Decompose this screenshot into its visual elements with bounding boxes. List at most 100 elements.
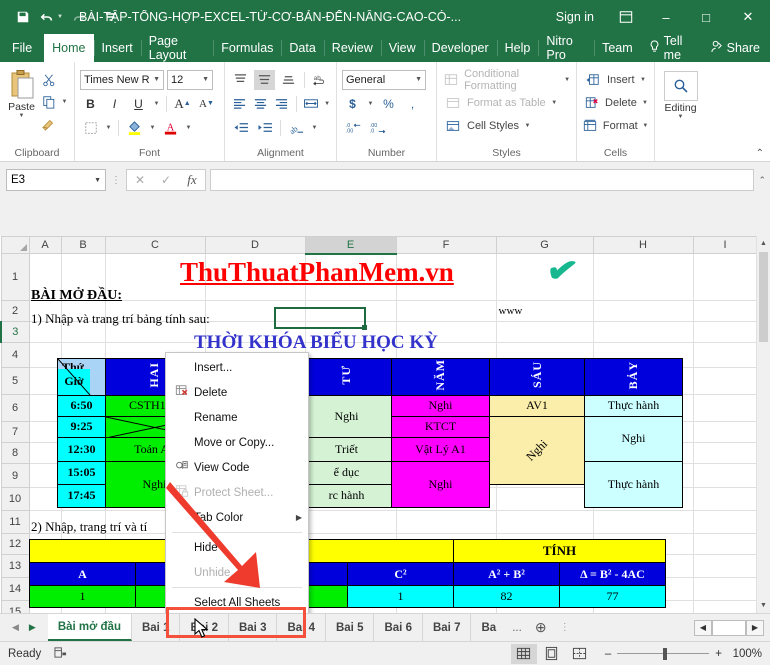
value-a2b2[interactable]: 82 [454, 586, 560, 608]
tu-650[interactable]: Nghi [302, 395, 392, 437]
column-header-e[interactable]: E [305, 237, 396, 254]
cell-i9[interactable] [693, 464, 757, 488]
row-header-1[interactable]: 1 [1, 254, 29, 301]
cell-h11[interactable] [593, 511, 693, 534]
scroll-left-arrow-icon[interactable]: ◀ [694, 620, 712, 636]
bay-925[interactable]: Nghi [585, 416, 683, 461]
page-layout-view-icon[interactable] [539, 644, 565, 664]
column-header-f[interactable]: F [396, 237, 496, 254]
cell-i3[interactable] [693, 322, 757, 343]
col-delta[interactable]: Δ = B² - 4AC [560, 563, 666, 586]
cancel-icon[interactable]: ✕ [127, 170, 153, 190]
cell-h1[interactable] [593, 254, 693, 301]
orientation-icon[interactable]: ab [286, 118, 307, 138]
merge-dropdown-caret[interactable]: ▼ [323, 101, 331, 107]
cell-i13[interactable] [693, 555, 757, 578]
italic-button[interactable]: I [104, 94, 125, 114]
row-header-5[interactable]: 5 [1, 368, 29, 395]
cell-i15[interactable] [693, 601, 757, 614]
sheet-tab-bai-4[interactable]: Bai 4 [277, 614, 326, 641]
shrink-font-button[interactable]: A▼ [196, 94, 217, 114]
sheet-tab-bai-7[interactable]: Bai 7 [423, 614, 472, 641]
align-bottom-icon[interactable] [278, 70, 299, 90]
cell-i5[interactable] [693, 368, 757, 395]
cell-g3[interactable] [496, 322, 593, 343]
horizontal-scroll-track[interactable] [712, 620, 746, 636]
sheet-tab-bai-mo-dau[interactable]: Bài mở đầu [48, 614, 132, 641]
sheet-bar-grip[interactable]: ⋮ [554, 622, 576, 633]
sheet-tabs-overflow-ellipsis[interactable]: ... [506, 622, 528, 634]
maximize-button[interactable]: □ [686, 0, 726, 34]
column-header-g[interactable]: G [496, 237, 593, 254]
menu-item-tab-color[interactable]: Tab Color ▶ [166, 505, 308, 530]
value-delta[interactable]: 77 [560, 586, 666, 608]
align-middle-icon[interactable] [254, 70, 275, 90]
page-break-preview-icon[interactable] [567, 644, 593, 664]
row-header-15[interactable]: 15 [1, 601, 29, 614]
column-header-h[interactable]: H [593, 237, 693, 254]
cell-i11[interactable] [693, 511, 757, 534]
bay-650[interactable]: Thực hành [585, 395, 683, 416]
nam-1505[interactable]: Nghi [392, 461, 490, 507]
schedule-day-nam[interactable]: NĂM [392, 359, 490, 396]
time-1505[interactable]: 15:05 [58, 461, 106, 484]
undo-dropdown-caret[interactable]: ▼ [57, 14, 63, 20]
row-header-14[interactable]: 14 [1, 578, 29, 601]
next-sheet-arrow-icon[interactable]: ▶ [29, 622, 36, 633]
time-1230[interactable]: 12:30 [58, 437, 106, 461]
col-a[interactable]: A [30, 563, 136, 586]
cell-h2[interactable] [593, 301, 693, 322]
tab-formulas[interactable]: Formulas [213, 34, 281, 62]
percent-button[interactable]: % [378, 94, 399, 114]
menu-item-move-or-copy[interactable]: Move or Copy... [166, 430, 308, 455]
sheet-tab-bai-6[interactable]: Bai 6 [374, 614, 423, 641]
sheet-tab-bai-8[interactable]: Ba [471, 614, 506, 641]
save-icon[interactable] [12, 6, 34, 28]
format-painter-button[interactable] [38, 114, 69, 133]
sheet-tab-bai-1[interactable]: Bai 1 [132, 614, 181, 641]
zoom-slider[interactable] [617, 648, 709, 660]
collapse-ribbon-icon[interactable]: ⌃ [756, 148, 764, 159]
copy-dropdown-caret[interactable]: ▼ [60, 99, 69, 105]
row-header-8[interactable]: 8 [1, 443, 29, 464]
merge-and-center-icon[interactable] [302, 94, 320, 114]
active-cell-selection[interactable] [274, 307, 366, 329]
zoom-slider-thumb[interactable] [663, 648, 667, 660]
col-a2b2[interactable]: A² + B² [454, 563, 560, 586]
bold-button[interactable]: B [80, 94, 101, 114]
nam-925[interactable]: KTCT [392, 416, 490, 437]
cell-i8[interactable] [693, 443, 757, 464]
row-header-10[interactable]: 10 [1, 488, 29, 511]
schedule-day-tu[interactable]: TƯ [302, 359, 392, 396]
nam-650[interactable]: Nghi [392, 395, 490, 416]
scroll-right-arrow-icon[interactable]: ▶ [746, 620, 764, 636]
paste-dropdown-caret[interactable]: ▼ [17, 113, 26, 119]
enter-icon[interactable]: ✓ [153, 170, 179, 190]
cell-i2[interactable] [693, 301, 757, 322]
cell-f2[interactable] [396, 301, 496, 322]
font-color-dropdown-caret[interactable]: ▼ [184, 125, 193, 131]
increase-indent-icon[interactable] [254, 118, 275, 138]
insert-cells-button[interactable]: Insert ▼ [582, 69, 649, 90]
tab-team[interactable]: Team [594, 34, 641, 62]
align-top-icon[interactable] [230, 70, 251, 90]
row-header-11[interactable]: 11 [1, 511, 29, 534]
find-and-select-icon[interactable] [664, 71, 698, 101]
values-header-right[interactable]: TÍNH [454, 540, 666, 563]
menu-item-insert[interactable]: Insert... [166, 355, 308, 380]
menu-item-select-all-sheets[interactable]: Select All Sheets [166, 590, 308, 613]
formula-input[interactable] [210, 169, 754, 191]
tu-1745[interactable]: rc hành [302, 484, 392, 507]
tab-page-layout[interactable]: Page Layout [141, 34, 214, 62]
tab-home[interactable]: Home [44, 34, 93, 62]
currency-button[interactable]: $ [342, 94, 363, 114]
align-right-icon[interactable] [273, 94, 291, 114]
delete-cells-button[interactable]: Delete ▼ [582, 92, 649, 113]
align-center-icon[interactable] [251, 94, 269, 114]
cell-i10[interactable] [693, 488, 757, 511]
sau-925[interactable]: Nghi [490, 416, 585, 484]
cell-i7[interactable] [693, 422, 757, 443]
name-box[interactable]: E3 ▼ [6, 169, 106, 191]
new-sheet-icon[interactable]: ⊕ [528, 619, 554, 636]
col-c2[interactable]: C² [348, 563, 454, 586]
